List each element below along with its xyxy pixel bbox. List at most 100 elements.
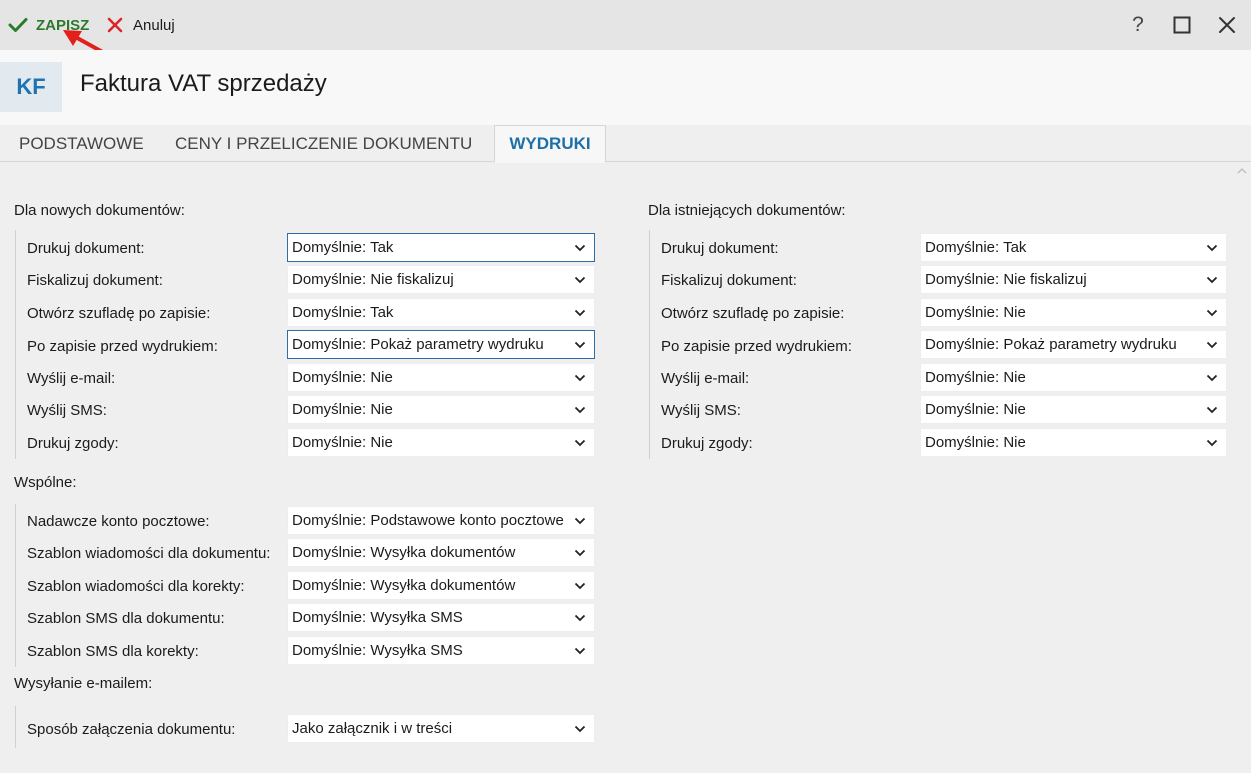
row-label: Fiskalizuj dokument: [27, 272, 163, 289]
chevron-down-icon [574, 439, 586, 447]
row-label: Drukuj dokument: [661, 240, 779, 257]
select-attachment-method[interactable]: Jako załącznik i w treści [287, 714, 595, 743]
group-new-docs [15, 230, 16, 459]
select-after-save-existing[interactable]: Domyślnie: Pokaż parametry wydruku [920, 330, 1227, 359]
select-print-document-existing[interactable]: Domyślnie: Tak [920, 233, 1227, 262]
tab-podstawowe[interactable]: PODSTAWOWE [19, 125, 144, 162]
row-label: Po zapisie przed wydrukiem: [27, 338, 218, 355]
section-title-new-docs: Dla nowych dokumentów: [14, 202, 185, 219]
row-label: Szablon SMS dla dokumentu: [27, 610, 225, 627]
tab-bar: PODSTAWOWE CENY I PRZELICZENIE DOKUMENTU… [0, 125, 1251, 163]
select-send-email-existing[interactable]: Domyślnie: Nie [920, 363, 1227, 392]
select-value: Domyślnie: Wysyłka dokumentów [292, 544, 516, 561]
row-label: Szablon wiadomości dla dokumentu: [27, 545, 271, 562]
row-label: Wyślij SMS: [661, 402, 741, 419]
select-send-email-new[interactable]: Domyślnie: Nie [287, 363, 595, 392]
select-value: Domyślnie: Podstawowe konto pocztowe [292, 512, 564, 529]
select-sms-template-correction[interactable]: Domyślnie: Wysyłka SMS [287, 636, 595, 665]
select-open-drawer-new[interactable]: Domyślnie: Tak [287, 298, 595, 327]
chevron-down-icon [1206, 341, 1218, 349]
select-value: Domyślnie: Wysyłka SMS [292, 642, 463, 659]
row-label: Fiskalizuj dokument: [661, 272, 797, 289]
select-value: Domyślnie: Wysyłka SMS [292, 609, 463, 626]
save-button[interactable]: ZAPISZ [8, 13, 89, 37]
select-value: Domyślnie: Tak [292, 239, 394, 256]
row-label: Wyślij SMS: [27, 402, 107, 419]
select-send-sms-new[interactable]: Domyślnie: Nie [287, 395, 595, 424]
close-button[interactable] [1214, 12, 1240, 38]
select-value: Domyślnie: Wysyłka dokumentów [292, 577, 516, 594]
chevron-down-icon [574, 549, 586, 557]
select-value: Domyślnie: Nie fiskalizuj [925, 271, 1087, 288]
help-icon: ? [1132, 13, 1144, 36]
chevron-down-icon [574, 614, 586, 622]
chevron-down-icon [1206, 374, 1218, 382]
section-title-common: Wspólne: [14, 474, 77, 491]
tab-ceny-i-przeliczenie[interactable]: CENY I PRZELICZENIE DOKUMENTU [175, 125, 472, 162]
row-label: Wyślij e-mail: [661, 370, 750, 387]
select-print-consents-existing[interactable]: Domyślnie: Nie [920, 428, 1227, 457]
group-common [15, 504, 16, 667]
select-send-sms-existing[interactable]: Domyślnie: Nie [920, 395, 1227, 424]
chevron-down-icon [574, 647, 586, 655]
chevron-down-icon [574, 374, 586, 382]
toolbar: ZAPISZ Anuluj ? [0, 0, 1251, 50]
cancel-button[interactable]: Anuluj [107, 13, 175, 37]
scroll-up-icon[interactable] [1236, 165, 1248, 177]
section-title-email-sending: Wysyłanie e-mailem: [14, 675, 153, 692]
maximize-button[interactable] [1169, 12, 1195, 38]
close-icon [1219, 17, 1235, 33]
chevron-down-icon [574, 517, 586, 525]
select-sms-template-document[interactable]: Domyślnie: Wysyłka SMS [287, 603, 595, 632]
row-label: Szablon SMS dla korekty: [27, 643, 199, 660]
save-button-label: ZAPISZ [36, 16, 90, 34]
select-value: Domyślnie: Tak [925, 239, 1027, 256]
chevron-down-icon [1206, 276, 1218, 284]
checkmark-icon [8, 18, 28, 32]
chevron-down-icon [1206, 439, 1218, 447]
chevron-down-icon [1206, 244, 1218, 252]
chevron-down-icon [574, 341, 586, 349]
select-value: Domyślnie: Pokaż parametry wydruku [292, 336, 544, 353]
maximize-icon [1173, 16, 1191, 34]
document-type-badge: KF [0, 62, 62, 112]
x-icon [107, 17, 123, 33]
row-label: Drukuj zgody: [661, 435, 753, 452]
row-label: Drukuj zgody: [27, 435, 119, 452]
row-label: Sposób załączenia dokumentu: [27, 721, 236, 738]
select-value: Domyślnie: Nie [925, 304, 1026, 321]
group-existing-docs [649, 230, 650, 459]
select-email-template-document[interactable]: Domyślnie: Wysyłka dokumentów [287, 538, 595, 567]
row-label: Drukuj dokument: [27, 240, 145, 257]
row-label: Po zapisie przed wydrukiem: [661, 338, 852, 355]
select-value: Jako załącznik i w treści [292, 720, 453, 737]
chevron-down-icon [574, 244, 586, 252]
select-value: Domyślnie: Nie [925, 369, 1026, 386]
row-label: Szablon wiadomości dla korekty: [27, 578, 245, 595]
chevron-down-icon [574, 582, 586, 590]
select-fiscalize-existing[interactable]: Domyślnie: Nie fiskalizuj [920, 265, 1227, 294]
row-label: Otwórz szufladę po zapisie: [27, 305, 211, 322]
select-after-save-new[interactable]: Domyślnie: Pokaż parametry wydruku [287, 330, 595, 359]
select-value: Domyślnie: Nie [292, 434, 393, 451]
chevron-down-icon [1206, 309, 1218, 317]
tab-wydruki[interactable]: WYDRUKI [494, 125, 606, 163]
row-label: Wyślij e-mail: [27, 370, 116, 387]
select-print-document-new[interactable]: Domyślnie: Tak [287, 233, 595, 262]
chevron-down-icon [574, 406, 586, 414]
select-value: Domyślnie: Nie fiskalizuj [292, 271, 454, 288]
select-sender-mail-account[interactable]: Domyślnie: Podstawowe konto pocztowe [287, 506, 595, 535]
help-button[interactable]: ? [1125, 12, 1151, 38]
select-value: Domyślnie: Nie [925, 434, 1026, 451]
chevron-down-icon [574, 276, 586, 284]
select-email-template-correction[interactable]: Domyślnie: Wysyłka dokumentów [287, 571, 595, 600]
section-title-existing-docs: Dla istniejących dokumentów: [648, 202, 846, 219]
select-value: Domyślnie: Nie [925, 401, 1026, 418]
select-fiscalize-new[interactable]: Domyślnie: Nie fiskalizuj [287, 265, 595, 294]
cancel-button-label: Anuluj [133, 16, 175, 34]
select-value: Domyślnie: Nie [292, 401, 393, 418]
select-open-drawer-existing[interactable]: Domyślnie: Nie [920, 298, 1227, 327]
select-print-consents-new[interactable]: Domyślnie: Nie [287, 428, 595, 457]
group-email-sending [15, 706, 16, 748]
chevron-down-icon [574, 309, 586, 317]
